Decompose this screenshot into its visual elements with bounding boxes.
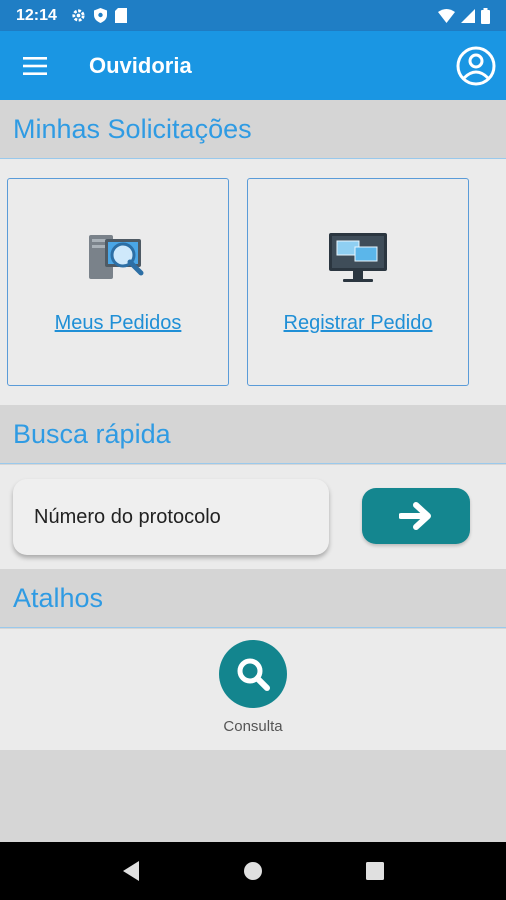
quick-search-area <box>0 465 506 569</box>
search-go-button[interactable] <box>362 488 470 544</box>
quick-search-section-title: Busca rápida <box>13 418 171 449</box>
status-right-icons <box>438 7 490 24</box>
consult-shortcut-label: Consulta <box>223 718 283 735</box>
sd-card-icon <box>114 8 127 23</box>
register-request-link[interactable]: Registrar Pedido <box>284 312 433 335</box>
wifi-icon <box>438 8 455 23</box>
requests-section-header: Minhas Solicitações <box>0 100 506 159</box>
my-requests-card[interactable]: Meus Pedidos <box>7 178 229 386</box>
account-circle-icon <box>456 46 496 85</box>
arrow-right-icon <box>399 502 431 530</box>
signal-icon <box>461 8 475 23</box>
status-left-icons <box>71 8 127 23</box>
recents-button[interactable] <box>355 851 395 891</box>
protocol-field-container <box>13 479 329 555</box>
recents-square-icon <box>366 862 384 880</box>
hamburger-menu-icon <box>23 56 47 75</box>
shortcuts-section-title: Atalhos <box>13 582 104 613</box>
app-title: Ouvidoria <box>89 52 192 78</box>
app-bar: Ouvidoria <box>0 31 506 100</box>
gear-icon <box>72 9 85 22</box>
requests-cards-area: Meus Pedidos Registrar Pedido <box>0 159 506 405</box>
status-time: 12:14 <box>16 6 57 24</box>
consult-shortcut[interactable]: Consulta <box>203 640 303 735</box>
protocol-number-input[interactable] <box>34 505 314 529</box>
account-button[interactable] <box>456 46 496 86</box>
home-circle-icon <box>244 862 262 880</box>
shortcuts-section-header: Atalhos <box>0 569 506 628</box>
system-nav-bar <box>0 842 506 900</box>
home-button[interactable] <box>233 851 273 891</box>
status-bar: 12:14 <box>0 0 506 31</box>
battery-icon <box>481 7 490 24</box>
shield-icon <box>93 8 107 23</box>
requests-section-title: Minhas Solicitações <box>13 113 252 144</box>
consult-shortcut-circle[interactable] <box>219 640 287 708</box>
menu-button[interactable] <box>0 31 70 100</box>
monitor-windows-icon <box>329 233 387 282</box>
back-triangle-icon <box>123 861 139 881</box>
register-request-card[interactable]: Registrar Pedido <box>247 178 469 386</box>
my-requests-link[interactable]: Meus Pedidos <box>55 312 182 335</box>
back-button[interactable] <box>111 851 151 891</box>
shortcuts-area: Consulta <box>0 629 506 750</box>
search-icon <box>237 658 270 691</box>
quick-search-section-header: Busca rápida <box>0 405 506 464</box>
computer-magnifier-icon <box>89 235 144 279</box>
